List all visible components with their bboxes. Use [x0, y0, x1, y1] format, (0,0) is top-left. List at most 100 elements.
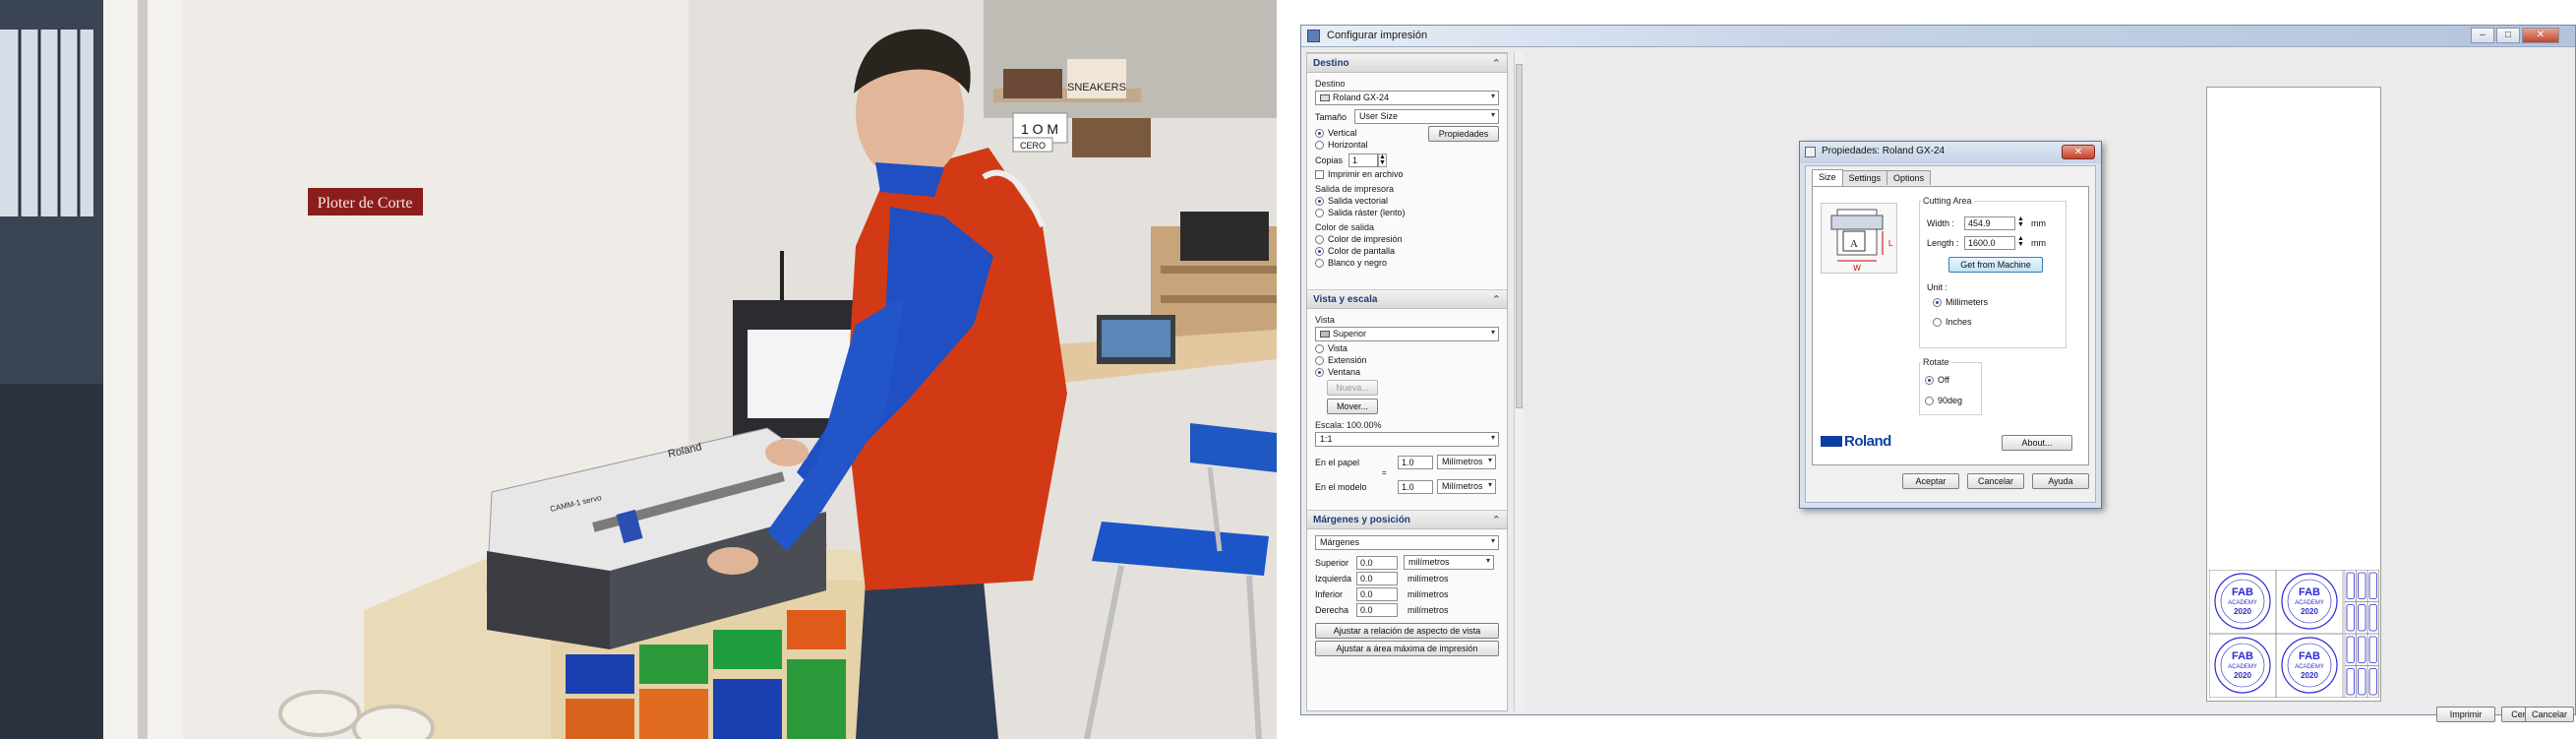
section-header-destino[interactable]: Destino ⌃ — [1307, 53, 1507, 73]
margin-bottom-label: Inferior — [1315, 589, 1344, 599]
destination-label: Destino — [1315, 79, 1346, 89]
width-spinner[interactable]: ▲ ▼ — [2017, 216, 2024, 228]
length-input[interactable]: 1600.0 — [1964, 236, 2015, 250]
scrollbar-thumb[interactable] — [1516, 64, 1523, 408]
unit-label: Unit : — [1927, 282, 1948, 292]
sticker-text-fab: FAB — [2232, 586, 2253, 598]
chevron-down-icon: ▾ — [1487, 480, 1492, 489]
margin-right-label: Derecha — [1315, 605, 1349, 615]
model-label: En el modelo — [1315, 481, 1367, 492]
cutter-diagram-icon: W L A — [1830, 209, 1893, 273]
maximize-button[interactable]: □ — [2496, 28, 2520, 43]
width-input[interactable]: 454.9 — [1964, 216, 2015, 230]
print-button[interactable]: Imprimir — [2436, 707, 2495, 722]
radio-rotate-90[interactable] — [1925, 396, 1934, 405]
radio-print-color[interactable] — [1315, 234, 1324, 244]
radio-vertical[interactable] — [1315, 128, 1324, 138]
view-select[interactable]: Superior ▾ — [1315, 327, 1499, 341]
close-window-button[interactable]: ✕ — [2522, 28, 2559, 43]
margins-select[interactable]: Márgenes ▾ — [1315, 535, 1499, 550]
margin-unit-select[interactable]: milímetros ▾ — [1404, 555, 1494, 570]
section-title-vista: Vista y escala — [1313, 294, 1378, 305]
model-unit-select[interactable]: Milímetros ▾ — [1437, 479, 1496, 494]
raster-output-label: Salida ráster (lento) — [1328, 208, 1406, 217]
fit-max-area-button[interactable]: Ajustar a área máxima de impresión — [1315, 641, 1499, 656]
properties-button[interactable]: Propiedades — [1428, 126, 1499, 142]
section-header-margenes[interactable]: Márgenes y posición ⌃ — [1307, 510, 1507, 529]
print-color-label: Color de impresión — [1328, 234, 1403, 244]
margin-left-unit: milímetros — [1408, 574, 1449, 584]
tab-options[interactable]: Options — [1887, 170, 1932, 185]
roland-logo: Roland — [1821, 433, 1891, 450]
dialog-ok-button[interactable]: Aceptar — [1902, 473, 1959, 489]
paper-unit-select[interactable]: Milímetros ▾ — [1437, 455, 1496, 469]
view-icon — [1320, 331, 1330, 338]
margin-left-input[interactable]: 0.0 — [1356, 572, 1398, 585]
workshop-scene: Ploter de Corte SNEAKERS 1 O M CERO Rola… — [0, 0, 1277, 739]
radio-black-white[interactable] — [1315, 258, 1324, 268]
scale-select[interactable]: 1:1 ▾ — [1315, 432, 1499, 447]
dialog-cancel-button[interactable]: Cancelar — [1967, 473, 2024, 489]
sticker-text-fab: FAB — [2299, 586, 2320, 598]
margin-unit-value: milímetros — [1408, 557, 1450, 567]
tab-size[interactable]: Size — [1812, 169, 1843, 186]
size-label: Tamaño — [1315, 111, 1348, 122]
radio-rotate-off[interactable] — [1925, 375, 1934, 385]
diagram-a-label: A — [1850, 238, 1858, 250]
collapse-chevron-icon[interactable]: ⌃ — [1492, 293, 1501, 306]
black-white-label: Blanco y negro — [1328, 258, 1388, 268]
collapse-chevron-icon[interactable]: ⌃ — [1492, 57, 1501, 70]
size-select[interactable]: User Size ▾ — [1354, 109, 1499, 124]
rotate-label: Rotate — [1921, 357, 1951, 367]
radio-millimeters[interactable] — [1933, 297, 1942, 307]
section-header-vista[interactable]: Vista y escala ⌃ — [1307, 289, 1507, 309]
fit-aspect-button[interactable]: Ajustar a relación de aspecto de vista — [1315, 623, 1499, 639]
chevron-down-icon: ▾ — [1490, 110, 1495, 119]
margin-top-input[interactable]: 0.0 — [1356, 555, 1398, 570]
view-option-extension: Extensión — [1328, 355, 1367, 365]
radio-view-extension[interactable] — [1315, 355, 1324, 365]
radio-vector-output[interactable] — [1315, 196, 1324, 206]
view-select-value: Superior — [1333, 329, 1367, 339]
printer-select[interactable]: Roland GX-24 ▾ — [1315, 91, 1499, 105]
chevron-down-icon: ▾ — [1490, 433, 1495, 442]
radio-screen-color[interactable] — [1315, 246, 1324, 256]
radio-view-vista[interactable] — [1315, 343, 1324, 353]
output-label: Salida de impresora — [1315, 184, 1395, 194]
window-titlebar[interactable]: Configurar impresión – □ ✕ — [1301, 26, 2575, 47]
screen-color-label: Color de pantalla — [1328, 246, 1396, 256]
get-from-machine-button[interactable]: Get from Machine — [1948, 257, 2043, 273]
tab-settings[interactable]: Settings — [1841, 170, 1888, 185]
collapse-chevron-icon[interactable]: ⌃ — [1492, 514, 1501, 526]
new-view-button[interactable]: Nueva... — [1327, 380, 1378, 396]
dialog-close-button[interactable]: ✕ — [2062, 145, 2095, 159]
diagram-w-label: W — [1853, 264, 1861, 273]
copies-spinner[interactable]: ▲ ▼ — [1378, 154, 1387, 167]
about-button[interactable]: About... — [2002, 435, 2072, 451]
margin-right-input[interactable]: 0.0 — [1356, 603, 1398, 617]
sticker-text-academy: ACADEMY — [2295, 600, 2324, 606]
radio-horizontal[interactable] — [1315, 140, 1324, 150]
move-view-button[interactable]: Mover... — [1327, 399, 1378, 414]
diagram-l-label: L — [1888, 239, 1893, 248]
dialog-titlebar[interactable]: Propiedades: Roland GX-24 ✕ — [1800, 142, 2101, 163]
margin-top-label: Superior — [1315, 557, 1349, 568]
radio-view-window[interactable] — [1315, 367, 1324, 377]
print-to-file-checkbox[interactable] — [1315, 169, 1324, 179]
radio-raster-output[interactable] — [1315, 208, 1324, 217]
scale-label: Escala: 100.00% — [1315, 420, 1382, 430]
chevron-down-icon: ▾ — [1490, 328, 1495, 337]
panel-scrollbar[interactable] — [1514, 52, 1524, 711]
margin-bottom-input[interactable]: 0.0 — [1356, 587, 1398, 601]
view-option-window: Ventana — [1328, 367, 1361, 377]
model-input[interactable]: 1.0 — [1398, 479, 1433, 494]
vertical-label: Vertical — [1328, 128, 1357, 138]
cancel-button[interactable]: Cancelar — [2525, 707, 2574, 722]
length-spinner[interactable]: ▲ ▼ — [2017, 235, 2024, 248]
minimize-button[interactable]: – — [2471, 28, 2494, 43]
dialog-help-button[interactable]: Ayuda — [2032, 473, 2089, 489]
paper-input[interactable]: 1.0 — [1398, 455, 1433, 469]
radio-inches[interactable] — [1933, 317, 1942, 327]
copies-input[interactable]: 1 — [1348, 154, 1378, 167]
length-unit: mm — [2031, 238, 2046, 248]
